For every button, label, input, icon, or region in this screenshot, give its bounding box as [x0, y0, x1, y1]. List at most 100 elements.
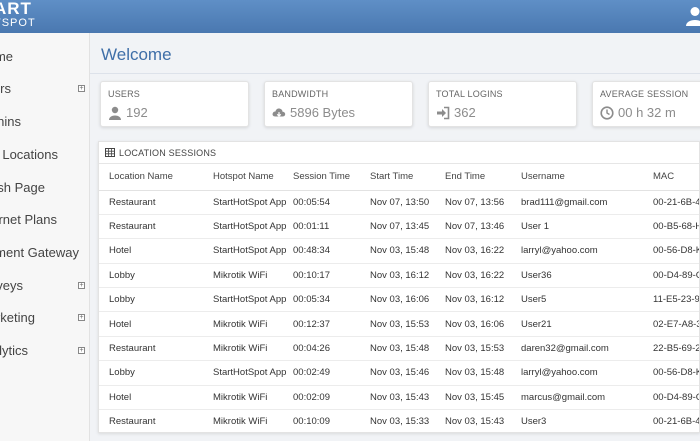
table-row[interactable]: Lobby StartHotSpot App 00:05:34 Nov 03, 16:…	[99, 287, 699, 313]
table-row[interactable]: Restaurant StartHotSpot App 00:05:54 Nov 07…	[99, 190, 699, 215]
sidebar-item-analytics[interactable]: lytics +	[0, 334, 90, 367]
sidebar-item-label: veys	[0, 278, 23, 293]
column-header[interactable]: Username	[511, 164, 643, 191]
sidebar-item-splash-page[interactable]: ash Page	[0, 171, 90, 204]
table-cell: Nov 03, 16:12	[360, 263, 435, 289]
stat-value: 192	[126, 105, 148, 120]
page-title: Welcome	[101, 45, 172, 64]
stat-label: USERS	[108, 89, 141, 99]
table-cell: 00:01:11	[287, 214, 360, 240]
column-header[interactable]: MAC	[643, 164, 699, 191]
table-cell: 00:12:37	[287, 311, 360, 337]
table-cell: Nov 07, 13:50	[360, 190, 435, 215]
stat-value-row: 00 h 32 m	[600, 105, 676, 120]
sidebar-item-label: me	[0, 49, 13, 64]
sidebar-item-marketing[interactable]: rketing +	[0, 301, 90, 334]
sidebar-item-wifi-locations[interactable]: i Locations	[0, 138, 90, 171]
sidebar-item-home[interactable]: me	[0, 40, 90, 73]
table-row[interactable]: Hotel Mikrotik WiFi 00:02:09 Nov 03, 15:43 N…	[99, 385, 699, 411]
column-header[interactable]: End Time	[435, 164, 511, 191]
table-cell: StartHotSpot App	[207, 360, 287, 386]
location-sessions-panel: LOCATION SESSIONS Location Name Hotspot …	[98, 141, 700, 433]
table-cell: Restaurant	[99, 190, 207, 215]
table-cell: Nov 03, 15:48	[360, 238, 435, 264]
table-row[interactable]: Hotel Mikrotik WiFi 00:12:37 Nov 03, 15:53 N…	[99, 311, 699, 337]
top-bar: ART TSPOT	[0, 0, 700, 33]
stat-card-total-logins: TOTAL LOGINS 362	[428, 81, 577, 127]
table-cell: Lobby	[99, 287, 207, 313]
table-cell: 00-D4-89-G2	[643, 263, 699, 289]
table-cell: Nov 03, 15:48	[435, 360, 511, 386]
table-cell: 00:04:26	[287, 336, 360, 362]
table-cell: 00-21-6B-43	[643, 409, 699, 432]
table-cell: User5	[511, 287, 643, 313]
stat-value-row: 192	[108, 105, 148, 120]
user-icon[interactable]	[686, 6, 700, 26]
stat-value: 362	[454, 105, 476, 120]
table-row[interactable]: Lobby Mikrotik WiFi 00:10:17 Nov 03, 16:12 N…	[99, 263, 699, 289]
table-cell: User21	[511, 311, 643, 337]
sidebar-item-label: nins	[0, 114, 21, 129]
sidebar-item-surveys[interactable]: veys +	[0, 269, 90, 302]
table-cell: Mikrotik WiFi	[207, 311, 287, 337]
panel-header: LOCATION SESSIONS	[99, 142, 699, 164]
table-row[interactable]: Restaurant Mikrotik WiFi 00:04:26 Nov 03, 1…	[99, 336, 699, 362]
expand-plus-icon[interactable]: +	[78, 314, 85, 321]
cloud-download-icon	[272, 108, 286, 117]
table-cell: User 1	[511, 214, 643, 240]
stat-label: BANDWIDTH	[272, 89, 329, 99]
table-cell: StartHotSpot App	[207, 287, 287, 313]
table-cell: Nov 03, 15:43	[435, 409, 511, 432]
table-row[interactable]: Restaurant Mikrotik WiFi 00:10:09 Nov 03, 1…	[99, 409, 699, 432]
column-header[interactable]: Hotspot Name	[207, 164, 287, 191]
table-cell: Nov 03, 15:48	[360, 336, 435, 362]
table-row[interactable]: Hotel StartHotSpot App 00:48:34 Nov 03, 15:…	[99, 238, 699, 264]
table-cell: User36	[511, 263, 643, 289]
table-cell: Nov 03, 16:06	[360, 287, 435, 313]
stat-card-users: USERS 192	[100, 81, 249, 127]
table-cell: Nov 07, 13:56	[435, 190, 511, 215]
table-cell: larryl@yahoo.com	[511, 360, 643, 386]
sidebar-item-admins[interactable]: nins	[0, 105, 90, 138]
stat-value-row: 362	[436, 105, 476, 120]
column-header[interactable]: Location Name	[99, 164, 207, 191]
table-cell: Nov 03, 16:06	[435, 311, 511, 337]
table-cell: 00-B5-68-H4	[643, 214, 699, 240]
app-logo[interactable]: ART TSPOT	[0, 0, 36, 29]
table-cell: Mikrotik WiFi	[207, 409, 287, 432]
sidebar-item-users[interactable]: rs +	[0, 72, 90, 105]
table-cell: 00:05:54	[287, 190, 360, 215]
table-cell: Mikrotik WiFi	[207, 336, 287, 362]
table-cell: Hotel	[99, 311, 207, 337]
table-row[interactable]: Lobby StartHotSpot App 00:02:49 Nov 03, 15:…	[99, 360, 699, 386]
sidebar-item-internet-plans[interactable]: ernet Plans	[0, 203, 90, 236]
table-cell: 00:48:34	[287, 238, 360, 264]
table-cell: 00-56-D8-K6	[643, 360, 699, 386]
table-cell: Nov 03, 16:22	[435, 263, 511, 289]
sidebar-item-label: rs	[0, 81, 11, 96]
table-cell: Nov 03, 15:43	[360, 385, 435, 411]
expand-plus-icon[interactable]: +	[78, 85, 85, 92]
stat-label: AVERAGE SESSION	[600, 89, 689, 99]
table-cell: Restaurant	[99, 409, 207, 432]
column-header[interactable]: Start Time	[360, 164, 435, 191]
table-cell: 00-56-D8-K6	[643, 238, 699, 264]
column-header[interactable]: Session Time	[287, 164, 360, 191]
stat-card-average-session: AVERAGE SESSION 00 h 32 m	[592, 81, 700, 127]
table-cell: StartHotSpot App	[207, 238, 287, 264]
stat-label: TOTAL LOGINS	[436, 89, 503, 99]
user-icon	[109, 106, 121, 120]
table-cell: Restaurant	[99, 214, 207, 240]
table-row[interactable]: Restaurant StartHotSpot App 00:01:11 Nov 07…	[99, 214, 699, 240]
table-cell: Nov 07, 13:46	[435, 214, 511, 240]
expand-plus-icon[interactable]: +	[78, 347, 85, 354]
stat-value: 5896 Bytes	[290, 105, 356, 120]
table-cell: 00:02:09	[287, 385, 360, 411]
panel-title: LOCATION SESSIONS	[119, 147, 217, 158]
table-cell: Nov 03, 15:53	[360, 311, 435, 337]
table-cell: 00:10:17	[287, 263, 360, 289]
table-cell: 00:05:34	[287, 287, 360, 313]
expand-plus-icon[interactable]: +	[78, 282, 85, 289]
table-cell: larryl@yahoo.com	[511, 238, 643, 264]
sidebar-item-payment-gateway[interactable]: ment Gateway	[0, 236, 90, 269]
